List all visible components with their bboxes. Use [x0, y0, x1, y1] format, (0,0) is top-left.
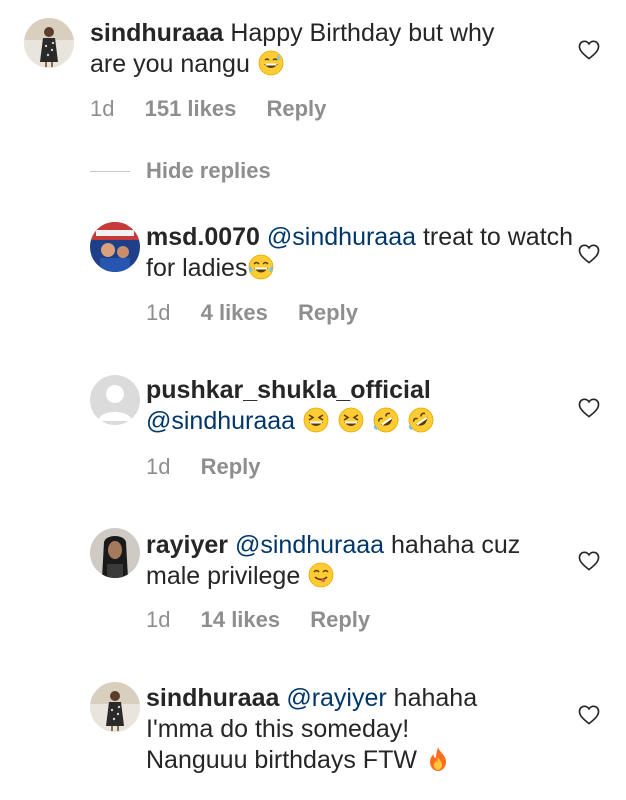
avatar[interactable] — [24, 18, 74, 68]
mention-link[interactable]: @sindhuraaa — [267, 223, 416, 251]
username[interactable]: rayiyer — [146, 531, 228, 559]
heart-icon[interactable] — [578, 551, 600, 571]
grinning-face-with-sweat-icon — [258, 50, 284, 76]
mention-link[interactable]: @sindhuraaa — [235, 531, 384, 559]
reply-button[interactable]: Reply — [310, 607, 370, 632]
comment-meta: 1d 4 likes Reply — [146, 300, 382, 326]
reply-button[interactable]: Reply — [266, 96, 326, 121]
hide-replies-label: Hide replies — [146, 158, 271, 183]
grinning-squinting-face-icon — [338, 407, 364, 433]
avatar[interactable] — [90, 682, 140, 732]
likes-count[interactable]: 4 likes — [201, 300, 268, 325]
avatar[interactable] — [90, 528, 140, 578]
timestamp: 1d — [90, 96, 115, 121]
timestamp: 1d — [146, 300, 171, 325]
comment-text: sindhuraaa @rayiyer hahaha I'mma do this… — [146, 683, 576, 776]
comment-meta: 1d 151 likes Reply — [90, 96, 350, 122]
hide-replies-button[interactable]: Hide replies — [90, 158, 271, 184]
rolling-on-the-floor-laughing-icon — [408, 407, 434, 433]
heart-icon[interactable] — [578, 244, 600, 264]
avatar[interactable] — [90, 222, 140, 272]
heart-icon[interactable] — [578, 705, 600, 725]
comment-body: hahaha — [393, 684, 478, 712]
likes-count[interactable]: 14 likes — [201, 607, 281, 632]
username[interactable]: sindhuraaa — [90, 19, 223, 47]
comment-meta: 1d Reply — [146, 454, 285, 480]
comment-text: rayiyer @sindhuraaa hahaha cuz male priv… — [146, 530, 536, 592]
heart-icon[interactable] — [578, 398, 600, 418]
grinning-squinting-face-icon — [303, 407, 329, 433]
fire-icon — [425, 746, 451, 772]
reply-button[interactable]: Reply — [201, 454, 261, 479]
timestamp: 1d — [146, 454, 171, 479]
mention-link[interactable]: @rayiyer — [286, 684, 386, 712]
face-savoring-food-icon — [308, 562, 334, 588]
comment-text: pushkar_shukla_official @sindhuraaa — [146, 375, 576, 437]
comment-body: Nanguuu birthdays FTW — [146, 746, 417, 774]
heart-icon[interactable] — [578, 40, 600, 60]
likes-count[interactable]: 151 likes — [145, 96, 237, 121]
avatar[interactable] — [90, 375, 140, 425]
username[interactable]: pushkar_shukla_official — [146, 376, 431, 404]
reply-button[interactable]: Reply — [298, 300, 358, 325]
username[interactable]: msd.0070 — [146, 223, 260, 251]
comment-text: sindhuraaa Happy Birthday but why are yo… — [90, 18, 520, 80]
mention-link[interactable]: @sindhuraaa — [146, 407, 295, 435]
comment-body: I'mma do this someday! — [146, 715, 410, 743]
username[interactable]: sindhuraaa — [146, 684, 279, 712]
face-with-tears-of-joy-icon — [248, 254, 274, 280]
rolling-on-the-floor-laughing-icon — [373, 407, 399, 433]
comment-text: msd.0070 @sindhuraaa treat to watch for … — [146, 222, 576, 284]
timestamp: 1d — [146, 607, 171, 632]
divider — [90, 170, 130, 172]
comment-meta: 1d 14 likes Reply — [146, 607, 394, 633]
